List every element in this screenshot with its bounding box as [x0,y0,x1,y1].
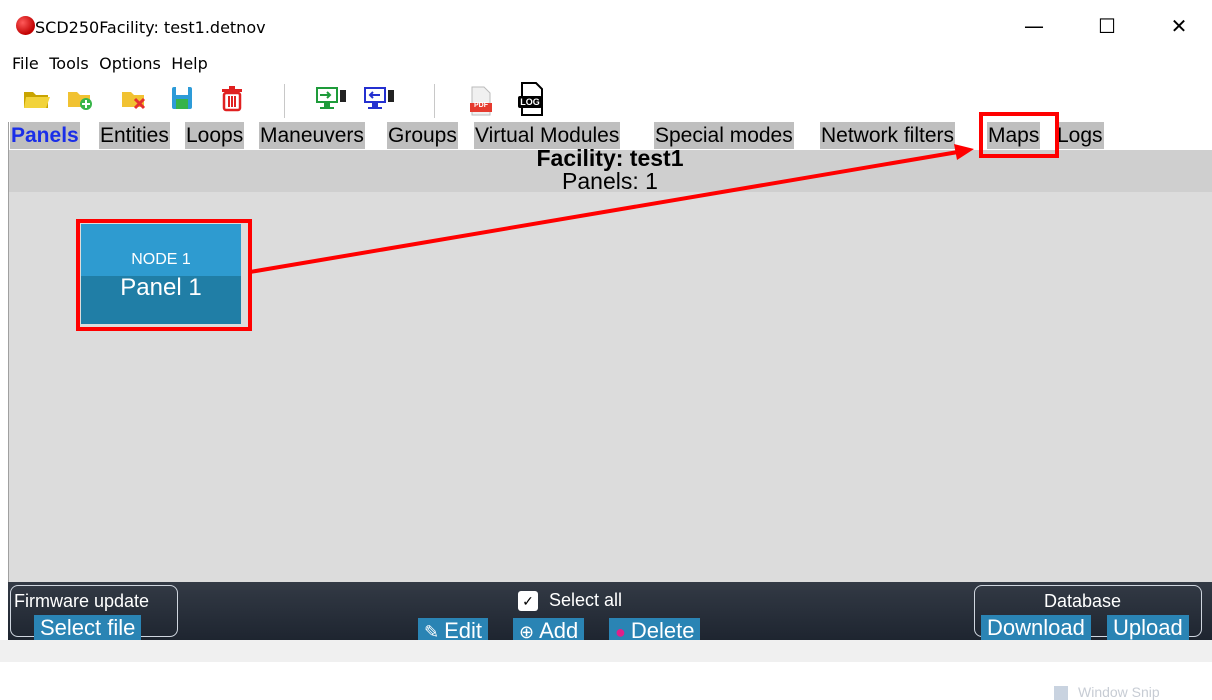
trash-circle-icon: ● [615,622,631,642]
annotation-arrow [249,144,974,274]
window-snip-icon [1054,686,1068,700]
plus-icon: ⊕ [519,622,540,642]
select-file-button[interactable]: Select file [34,615,142,641]
select-all-checkbox[interactable]: ✓ [518,591,538,611]
download-button[interactable]: Download [981,615,1091,641]
firmware-update-label: Firmware update [14,591,150,611]
status-bar [0,640,1212,662]
select-all-label: Select all [549,590,623,610]
upload-button[interactable]: Upload [1107,615,1189,641]
database-label: Database [1044,591,1122,611]
window-snip-watermark: Window Snip [1078,684,1160,700]
footer-bar: Firmware update Select file ✓ Select all… [8,582,1212,645]
pencil-icon: ✎ [424,622,445,642]
